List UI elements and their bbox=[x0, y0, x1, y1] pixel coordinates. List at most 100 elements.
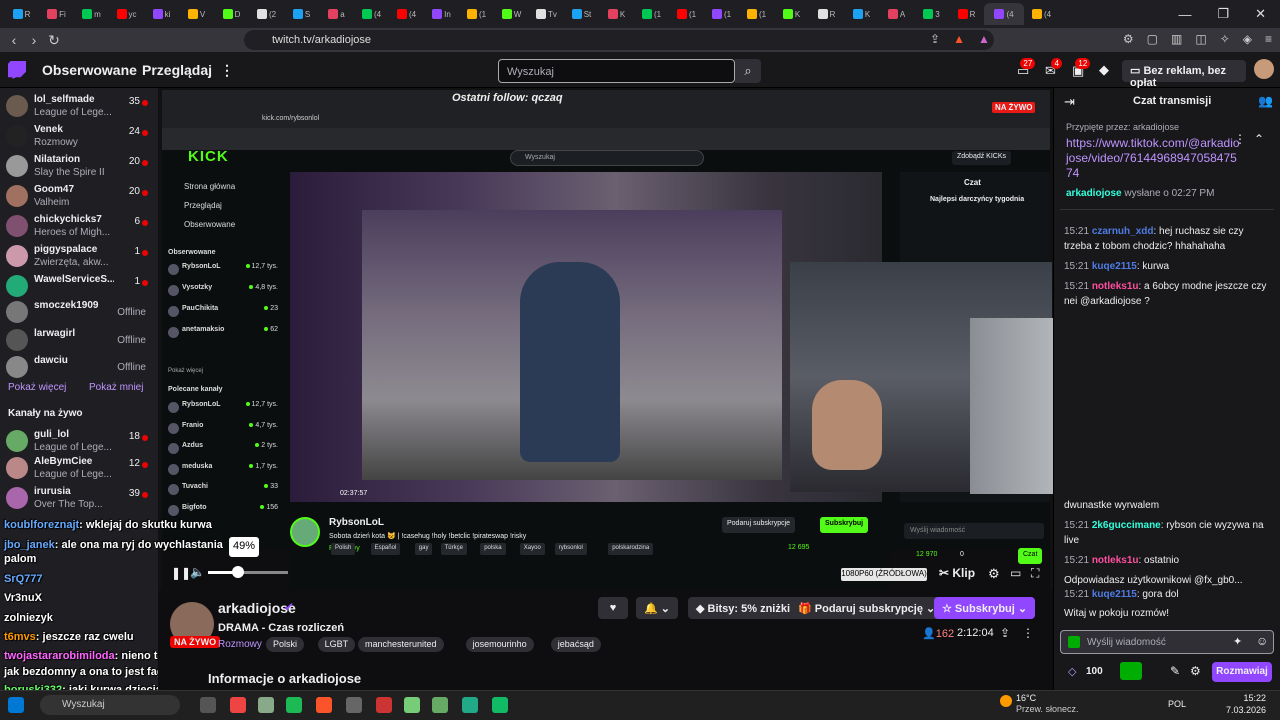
sidebar-channel[interactable]: dawciu Offline bbox=[6, 353, 156, 383]
browser-tab[interactable]: In bbox=[424, 3, 459, 25]
sidebar-channel[interactable]: irurusia Over The Top... 39 bbox=[6, 484, 156, 514]
bits-icon[interactable]: ◆ bbox=[1099, 62, 1109, 78]
sidebar-channel[interactable]: Goom47 Valheim 20 bbox=[6, 182, 156, 212]
chat-user[interactable]: notleks1u bbox=[1092, 555, 1139, 566]
app-icon[interactable] bbox=[462, 697, 478, 713]
emote-icon[interactable]: ☺ bbox=[1256, 634, 1268, 648]
brave-shield-icon[interactable]: ▲ bbox=[953, 32, 965, 46]
browser-tab[interactable]: A bbox=[879, 3, 914, 25]
subscribe-button[interactable]: ☆ Subskrybuj ⌄ bbox=[934, 597, 1036, 619]
whispers-icon[interactable]: ▣ 12 bbox=[1072, 58, 1091, 79]
spotify-icon[interactable] bbox=[286, 697, 302, 713]
clock-time[interactable]: 15:22 bbox=[1222, 693, 1266, 703]
chat-message[interactable]: 15:21 notleks1u: a 6obcy modne jeszcze c… bbox=[1064, 279, 1270, 309]
browser-tab[interactable]: D bbox=[214, 3, 249, 25]
notification-bell-icon[interactable]: 🔔 ⌄ bbox=[636, 597, 678, 619]
pencil-icon[interactable]: ✎ bbox=[1170, 664, 1180, 678]
share-stream-icon[interactable]: ⇪ bbox=[1000, 626, 1010, 640]
user-avatar[interactable] bbox=[1254, 59, 1274, 79]
stream-tag[interactable]: manchesterunited bbox=[358, 637, 444, 652]
chat-user[interactable]: 2k6guccimane bbox=[1092, 520, 1161, 531]
discord-icon[interactable] bbox=[230, 697, 246, 713]
chat-message[interactable]: 15:21 kuqe2115: kurwa bbox=[1064, 259, 1270, 274]
stream-tag[interactable]: LGBT bbox=[317, 637, 356, 652]
leo-icon[interactable]: ✧ bbox=[1220, 32, 1230, 46]
chat-message[interactable]: 15:21 notleks1u: ostatnio bbox=[1064, 553, 1270, 568]
reload-icon[interactable]: ↻ bbox=[44, 32, 64, 49]
chat-badge-icon[interactable] bbox=[1068, 636, 1080, 648]
sidebar-channel[interactable]: chickychicks7 Heroes of Migh... 6 bbox=[6, 212, 156, 242]
browser-tab[interactable]: Fi bbox=[39, 3, 74, 25]
theatre-mode-icon[interactable]: ▭ bbox=[1010, 566, 1021, 580]
browser-tab[interactable]: K bbox=[844, 3, 879, 25]
no-ads-button[interactable]: ▭ Bez reklam, bez opłat bbox=[1122, 60, 1246, 89]
drops-icon[interactable]: ▭ 27 bbox=[1017, 58, 1036, 79]
nav-browse[interactable]: Przeglądaj bbox=[142, 62, 212, 78]
stream-tag[interactable]: jebaćsąd bbox=[550, 637, 601, 652]
chat-message[interactable]: 15:21 czarnuh_xdd: hej ruchasz sie czy t… bbox=[1064, 224, 1270, 254]
browser-tab[interactable]: W bbox=[494, 3, 529, 25]
language-indicator[interactable]: POL bbox=[1168, 699, 1186, 709]
chat-message[interactable]: Odpowiadasz użytkownikowi @fx_gb0... bbox=[1064, 573, 1270, 588]
sidebar-channel[interactable]: Venek Rozmowy 24 bbox=[6, 122, 156, 152]
browser-tab[interactable]: (4 bbox=[984, 3, 1024, 25]
nav-more-icon[interactable]: ⋮ bbox=[220, 62, 234, 79]
settings-icon[interactable]: ⚙ bbox=[988, 566, 1000, 582]
show-less-link[interactable]: Pokaż mniej bbox=[89, 382, 143, 393]
collapse-chat-icon[interactable]: ⇥ bbox=[1064, 94, 1075, 110]
chat-ai-icon[interactable]: ✦ bbox=[1233, 635, 1242, 648]
browser-tab[interactable]: m bbox=[74, 3, 109, 25]
wallet-icon[interactable]: ◫ bbox=[1195, 32, 1206, 46]
browser-tab[interactable]: K bbox=[774, 3, 809, 25]
volume-slider-knob[interactable] bbox=[231, 566, 244, 578]
chat-user[interactable]: kuqe2115 bbox=[1092, 261, 1137, 272]
search-icon[interactable]: ⌕ bbox=[735, 59, 761, 83]
chat-send-button[interactable]: Rozmawiaj bbox=[1212, 662, 1272, 682]
twitch-search-input[interactable]: Wyszukaj bbox=[498, 59, 735, 83]
minimize-icon[interactable]: — bbox=[1178, 7, 1191, 22]
fullscreen-icon[interactable]: ⛶ bbox=[1031, 566, 1039, 581]
browser-tab[interactable]: (4 bbox=[389, 3, 424, 25]
sidebar-channel[interactable]: smoczek1909 Offline bbox=[6, 298, 156, 328]
taskbar-search[interactable]: Wyszukaj bbox=[40, 695, 180, 715]
browser-tab[interactable]: yc bbox=[109, 3, 144, 25]
browser-tab[interactable]: (1 bbox=[634, 3, 669, 25]
chat-message[interactable]: 15:21 kuqe2115: gora dol bbox=[1064, 587, 1270, 602]
sidebar-channel[interactable]: lol_selfmade League of Lege... 35 bbox=[6, 92, 156, 122]
sidebar-channel[interactable]: guli_lol League of Lege... 18 bbox=[6, 427, 156, 457]
steam-icon[interactable] bbox=[492, 697, 508, 713]
chat-user[interactable]: kuqe2115 bbox=[1092, 589, 1137, 600]
rewards-icon[interactable] bbox=[1120, 662, 1142, 680]
pause-icon[interactable]: ❚❚ bbox=[171, 566, 191, 580]
close-window-icon[interactable]: ✕ bbox=[1255, 6, 1266, 22]
browser-tab[interactable]: (4 bbox=[354, 3, 389, 25]
browser-tab[interactable]: (1 bbox=[704, 3, 739, 25]
browser-tab[interactable]: K bbox=[599, 3, 634, 25]
browser-tab[interactable]: V bbox=[179, 3, 214, 25]
clock-date[interactable]: 7.03.2026 bbox=[1222, 705, 1266, 715]
sidebar-icon[interactable]: ▥ bbox=[1171, 32, 1182, 46]
menu-icon[interactable]: ≡ bbox=[1265, 32, 1272, 46]
pinned-link[interactable]: https://www.tiktok.com/@arkadiojose/vide… bbox=[1066, 136, 1242, 181]
obs-icon[interactable] bbox=[346, 697, 362, 713]
maximize-icon[interactable]: ❐ bbox=[1217, 6, 1229, 22]
follow-heart-icon[interactable]: ♥ bbox=[598, 597, 628, 619]
volume-icon[interactable]: 🔈 bbox=[190, 565, 205, 579]
show-more-link[interactable]: Pokaż więcej bbox=[8, 382, 66, 393]
browser-tab[interactable]: (4 bbox=[1024, 3, 1059, 25]
chat-users-icon[interactable]: 👥 bbox=[1258, 94, 1273, 108]
channel-points-icon[interactable]: ◇ bbox=[1068, 665, 1076, 678]
forward-icon[interactable]: › bbox=[24, 32, 44, 48]
browser-tab[interactable]: Tv bbox=[529, 3, 564, 25]
rewards-icon[interactable]: ▲ bbox=[978, 32, 990, 46]
browser-tab[interactable]: 3 bbox=[914, 3, 949, 25]
share-icon[interactable]: ⇪ bbox=[930, 32, 940, 46]
browser-tab[interactable]: St bbox=[564, 3, 599, 25]
chat-message[interactable]: dwunastke wyrwalem bbox=[1064, 498, 1270, 513]
telegram-icon[interactable] bbox=[258, 697, 274, 713]
chat-user[interactable]: notleks1u bbox=[1092, 281, 1139, 292]
widget-icon[interactable] bbox=[200, 697, 216, 713]
browser-tab[interactable]: (2 bbox=[249, 3, 284, 25]
vpn-icon[interactable]: ◈ bbox=[1243, 32, 1252, 46]
browser-tab[interactable]: S bbox=[284, 3, 319, 25]
